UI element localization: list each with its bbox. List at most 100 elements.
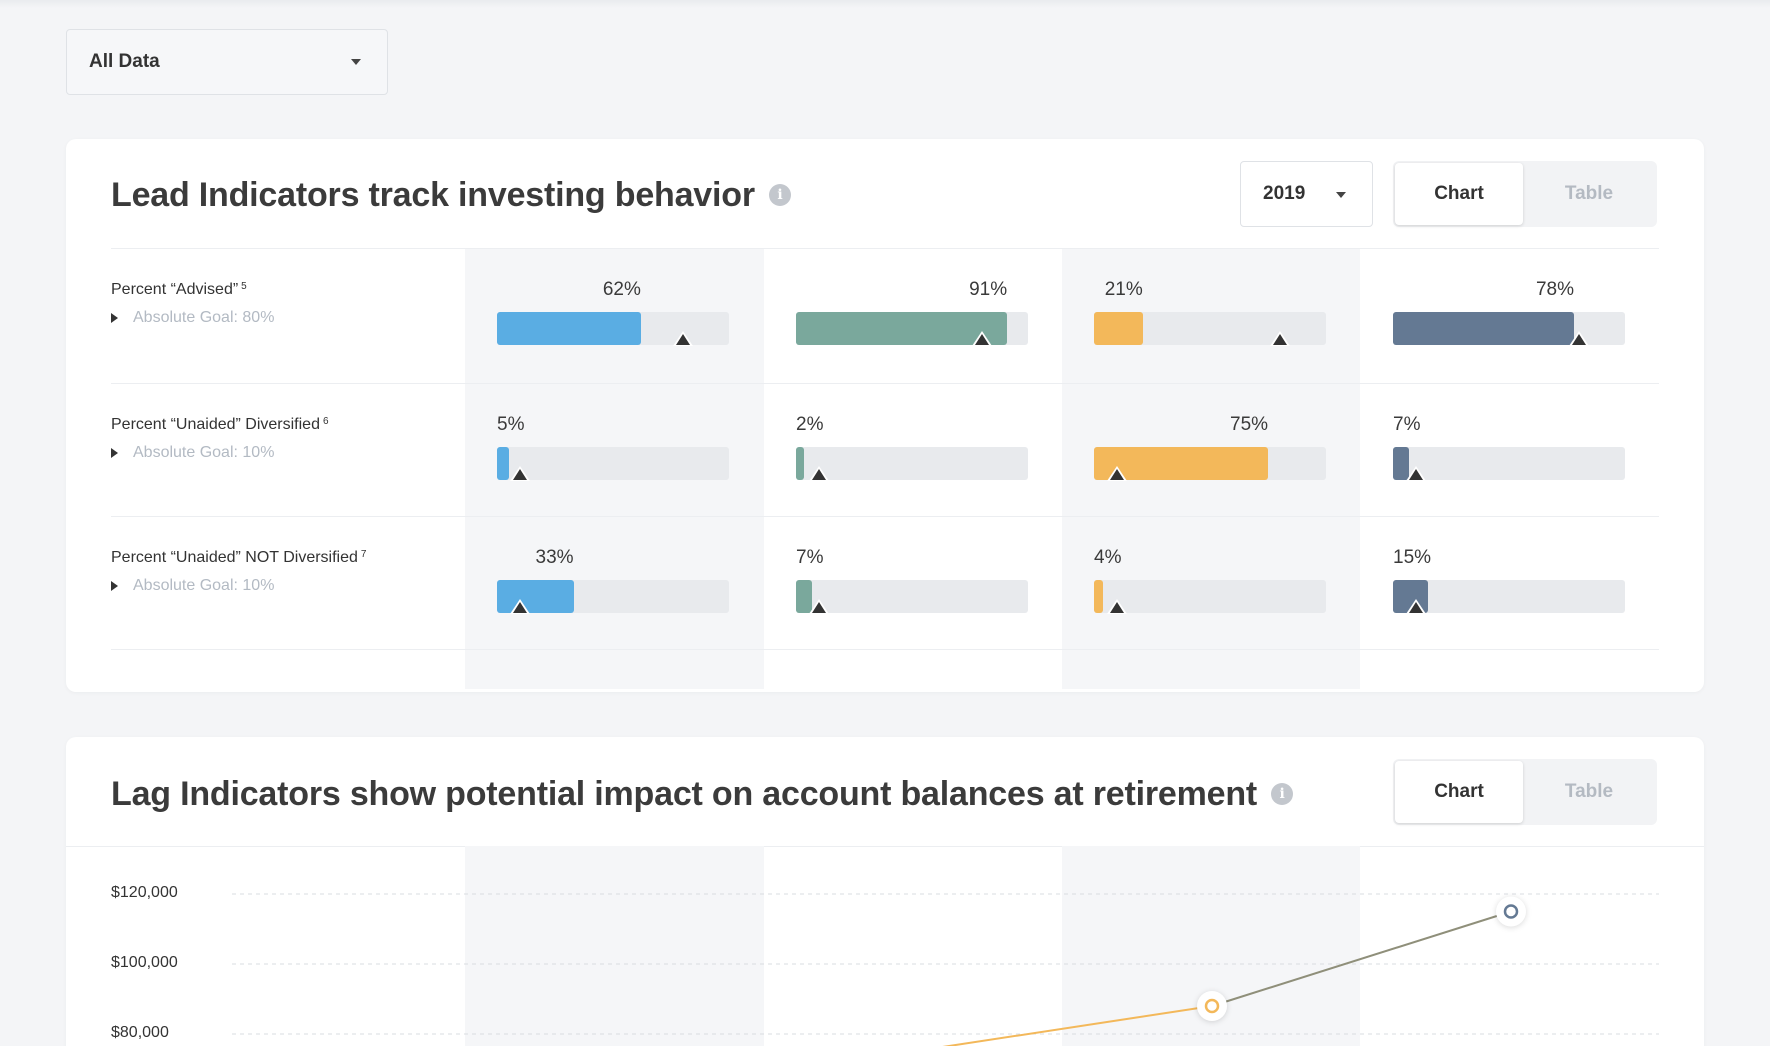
goal-marker-icon — [510, 599, 531, 614]
percent-label: 2% — [796, 414, 824, 435]
progress-fill — [497, 580, 574, 613]
lag-chart-tab[interactable]: Chart — [1395, 761, 1523, 823]
goal-expander[interactable]: Absolute Goal: 80% — [111, 309, 274, 327]
goal-marker-icon — [1269, 331, 1290, 346]
progress-fill — [1094, 580, 1104, 613]
row-label: Percent “Advised” 5 — [111, 281, 247, 299]
lead-indicators-card: Lead Indicators track investing behavior… — [66, 139, 1704, 692]
footnote-marker: 5 — [241, 281, 247, 292]
progress-cell: 7% — [1393, 414, 1625, 484]
progress-cell: 21% — [1094, 279, 1326, 349]
lag-indicators-card: Lag Indicators show potential impact on … — [66, 737, 1704, 1046]
row-label-text: Percent “Unaided” Diversified — [111, 416, 320, 433]
y-tick-label: $100,000 — [111, 954, 178, 971]
percent-label: 75% — [1230, 414, 1269, 435]
percent-label: 33% — [535, 547, 574, 568]
progress-cell: 4% — [1094, 547, 1326, 617]
percent-label: 78% — [1535, 279, 1574, 300]
data-point[interactable] — [1503, 904, 1519, 919]
lag-table-tab[interactable]: Table — [1525, 761, 1653, 823]
caret-down-icon — [1336, 192, 1346, 198]
header-shadow — [0, 0, 1770, 8]
goal-marker-icon — [1107, 466, 1128, 481]
progress-fill — [497, 312, 641, 345]
progress-cell: 5% — [497, 414, 729, 484]
progress-track — [796, 580, 1028, 613]
data-filter-value: All Data — [89, 51, 160, 72]
lag-line-chart — [232, 893, 1659, 1046]
row-label-text: Percent “Advised” — [111, 281, 239, 298]
divider — [111, 516, 1659, 517]
lag-chart: $120,000 $100,000 $80,000 — [66, 846, 1704, 1046]
goal-text: Absolute Goal: 10% — [133, 444, 275, 461]
goal-expander[interactable]: Absolute Goal: 10% — [111, 577, 274, 595]
progress-cell: 33% — [497, 547, 729, 617]
percent-label: 62% — [602, 279, 641, 300]
lag-indicators-title: Lag Indicators show potential impact on … — [111, 773, 1294, 815]
progress-track — [1393, 447, 1625, 480]
lead-indicators-title: Lead Indicators track investing behavior… — [111, 174, 791, 216]
goal-marker-icon — [510, 466, 531, 481]
data-point[interactable] — [1204, 998, 1220, 1014]
progress-cell: 78% — [1393, 279, 1625, 349]
divider — [111, 383, 1659, 384]
info-icon[interactable]: i — [768, 184, 791, 206]
percent-label: 15% — [1393, 547, 1432, 568]
progress-track — [1094, 580, 1326, 613]
year-dropdown[interactable]: 2019 — [1240, 161, 1373, 227]
y-tick-label: $120,000 — [111, 884, 178, 901]
goal-marker-icon — [809, 466, 830, 481]
percent-label: 7% — [796, 547, 824, 568]
divider — [111, 248, 1659, 249]
goal-marker-icon — [1406, 599, 1427, 614]
percent-label: 91% — [969, 279, 1008, 300]
percent-label: 7% — [1393, 414, 1421, 435]
lag-title-text: Lag Indicators show potential impact on … — [111, 774, 1258, 813]
progress-track — [796, 447, 1028, 480]
progress-fill — [1393, 312, 1574, 345]
progress-cell: 91% — [796, 279, 1028, 349]
series-segment — [942, 1005, 1213, 1046]
progress-fill — [1094, 312, 1143, 345]
progress-cell: 7% — [796, 547, 1028, 617]
row-label: Percent “Unaided” Diversified 6 — [111, 416, 329, 434]
data-filter-dropdown[interactable]: All Data — [66, 29, 388, 95]
footnote-marker: 6 — [322, 416, 329, 427]
percent-label: 4% — [1094, 547, 1122, 568]
caret-right-icon — [111, 448, 118, 458]
footnote-marker: 7 — [360, 549, 367, 560]
caret-right-icon — [111, 581, 118, 591]
goal-marker-icon — [1107, 599, 1128, 614]
lag-view-toggle: Chart Table — [1393, 759, 1657, 825]
progress-cell: 15% — [1393, 547, 1625, 617]
row-label: Percent “Unaided” NOT Diversified 7 — [111, 549, 366, 567]
goal-text: Absolute Goal: 10% — [133, 577, 275, 594]
lead-view-toggle: Chart Table — [1393, 161, 1657, 227]
progress-cell: 2% — [796, 414, 1028, 484]
goal-marker-icon — [672, 331, 693, 346]
progress-cell: 62% — [497, 279, 729, 349]
goal-expander[interactable]: Absolute Goal: 10% — [111, 444, 274, 462]
progress-track — [1393, 580, 1625, 613]
goal-text: Absolute Goal: 80% — [133, 309, 275, 326]
progress-track — [497, 447, 729, 480]
goal-marker-icon — [1568, 331, 1589, 346]
percent-label: 5% — [497, 414, 525, 435]
goal-marker-icon — [809, 599, 830, 614]
progress-cell: 75% — [1094, 414, 1326, 484]
lead-chart-tab[interactable]: Chart — [1395, 163, 1523, 225]
year-value: 2019 — [1263, 183, 1306, 204]
lead-table-tab[interactable]: Table — [1525, 163, 1653, 225]
row-label-text: Percent “Unaided” NOT Diversified — [111, 549, 358, 566]
caret-right-icon — [111, 313, 118, 323]
divider — [111, 649, 1659, 650]
goal-marker-icon — [971, 331, 992, 346]
percent-label: 21% — [1104, 279, 1143, 300]
progress-fill — [497, 447, 509, 480]
info-icon[interactable]: i — [1271, 783, 1294, 805]
caret-down-icon — [351, 59, 361, 65]
goal-marker-icon — [1406, 466, 1427, 481]
progress-fill — [796, 447, 804, 480]
y-tick-label: $80,000 — [111, 1024, 169, 1041]
series-segment — [1211, 910, 1512, 1007]
